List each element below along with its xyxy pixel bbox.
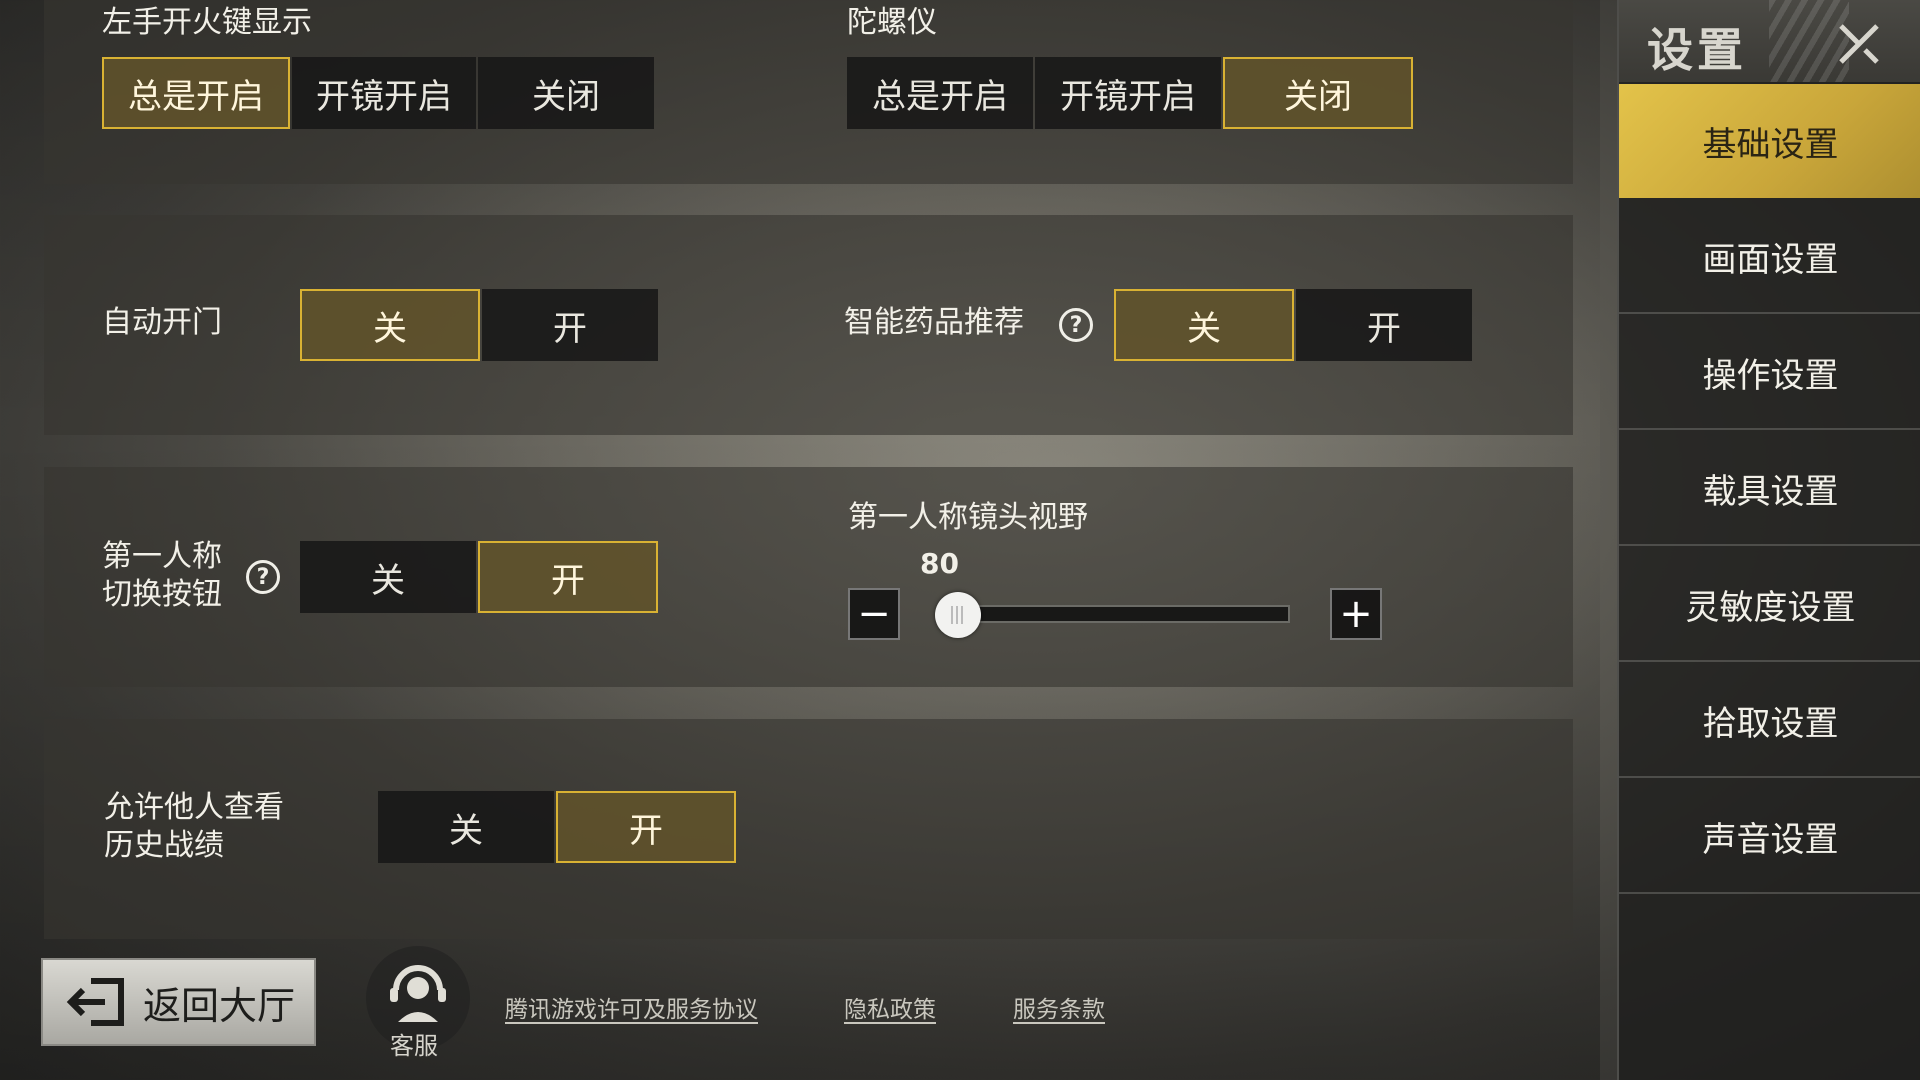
history-option-on[interactable]: 开 — [556, 791, 736, 863]
sidebar-item-sound[interactable]: 声音设置 — [1619, 780, 1920, 894]
sidebar-item-pickup[interactable]: 拾取设置 — [1619, 664, 1920, 778]
fpp-fov-plus-button[interactable]: + — [1330, 588, 1382, 640]
fpp-toggle-label-line2: 切换按钮 — [102, 577, 222, 612]
gyro-segment: 总是开启 开镜开启 关闭 — [847, 57, 1415, 129]
back-to-lobby-button[interactable]: 返回大厅 — [41, 958, 316, 1046]
panel-history — [44, 719, 1573, 939]
fpp-toggle-segment: 关 开 — [300, 541, 660, 613]
customer-service-label: 客服 — [390, 1032, 438, 1060]
auto-door-option-off[interactable]: 关 — [300, 289, 480, 361]
fpp-fov-slider-track[interactable] — [940, 605, 1290, 623]
smart-meds-option-on[interactable]: 开 — [1296, 289, 1472, 361]
sidebar-item-vehicle[interactable]: 载具设置 — [1619, 432, 1920, 546]
gyro-option-off[interactable]: 关闭 — [1223, 57, 1413, 129]
gyro-option-always[interactable]: 总是开启 — [847, 57, 1033, 129]
smart-meds-segment: 关 开 — [1114, 289, 1474, 361]
auto-door-segment: 关 开 — [300, 289, 660, 361]
sidebar-title: 设置 — [1647, 23, 1747, 77]
sidebar-header: 设置 — [1619, 0, 1920, 82]
smart-meds-option-off[interactable]: 关 — [1114, 289, 1294, 361]
privacy-policy-link[interactable]: 隐私政策 — [844, 990, 936, 1024]
sidebar-item-controls[interactable]: 操作设置 — [1619, 316, 1920, 430]
history-option-off[interactable]: 关 — [378, 791, 554, 863]
gyro-label: 陀螺仪 — [847, 5, 937, 40]
left-fire-option-scope[interactable]: 开镜开启 — [292, 57, 476, 129]
fpp-toggle-help-icon[interactable]: ? — [246, 560, 280, 594]
terms-of-service-link[interactable]: 服务条款 — [1013, 990, 1105, 1024]
smart-meds-label: 智能药品推荐 — [844, 305, 1024, 340]
left-fire-option-always[interactable]: 总是开启 — [102, 57, 290, 129]
left-fire-option-off[interactable]: 关闭 — [478, 57, 654, 129]
fpp-toggle-option-on[interactable]: 开 — [478, 541, 658, 613]
history-label-line2: 历史战绩 — [104, 828, 224, 863]
fpp-fov-label: 第一人称镜头视野 — [848, 500, 1088, 535]
gyro-option-scope[interactable]: 开镜开启 — [1035, 57, 1221, 129]
history-segment: 关 开 — [378, 791, 738, 863]
close-icon[interactable] — [1829, 14, 1889, 74]
auto-door-option-on[interactable]: 开 — [482, 289, 658, 361]
smart-meds-help-icon[interactable]: ? — [1059, 308, 1093, 342]
fpp-fov-minus-button[interactable]: − — [848, 588, 900, 640]
license-agreement-link[interactable]: 腾讯游戏许可及服务协议 — [505, 990, 758, 1024]
sidebar-item-sensitivity[interactable]: 灵敏度设置 — [1619, 548, 1920, 662]
history-label-line1: 允许他人查看 — [104, 790, 284, 825]
auto-door-label: 自动开门 — [102, 305, 222, 340]
fpp-toggle-label-line1: 第一人称 — [102, 539, 222, 574]
fpp-fov-slider-thumb[interactable] — [934, 592, 981, 638]
exit-icon — [66, 978, 124, 1026]
fpp-fov-value: 80 — [920, 547, 959, 580]
left-fire-label: 左手开火键显示 — [102, 5, 312, 40]
headset-icon — [390, 965, 446, 1022]
left-fire-segment: 总是开启 开镜开启 关闭 — [102, 57, 656, 129]
settings-sidebar: 设置 基础设置 画面设置 操作设置 载具设置 灵敏度设置 拾取设置 声音设置 — [1617, 0, 1920, 1080]
back-to-lobby-label: 返回大厅 — [143, 983, 296, 1028]
fpp-toggle-option-off[interactable]: 关 — [300, 541, 476, 613]
sidebar-item-basic[interactable]: 基础设置 — [1619, 84, 1920, 198]
sidebar-item-graphics[interactable]: 画面设置 — [1619, 200, 1920, 314]
